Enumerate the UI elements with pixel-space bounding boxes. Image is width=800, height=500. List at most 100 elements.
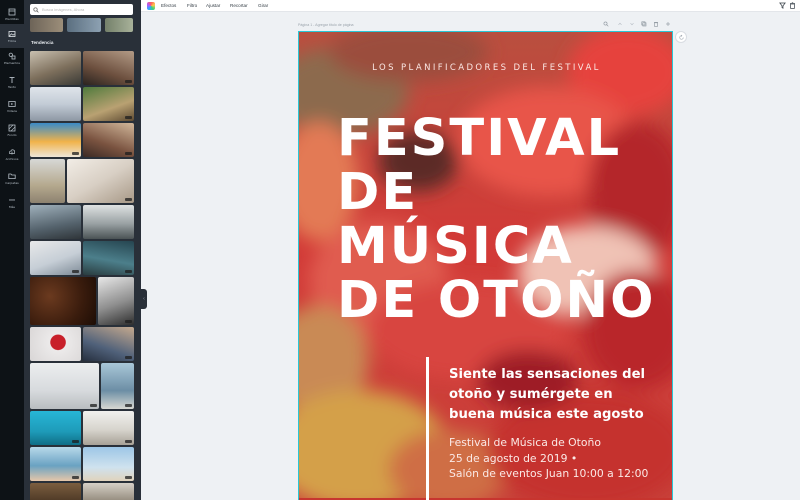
chevron-left-icon: ‹ [143, 295, 145, 302]
rail-item-mas[interactable]: Más [0, 190, 24, 214]
trash-icon[interactable] [789, 2, 796, 9]
add-page-icon[interactable] [665, 21, 671, 27]
premium-badge [72, 440, 79, 443]
photo-thumbnail[interactable] [83, 483, 134, 500]
photos-panel: Tendencia [24, 0, 141, 500]
photo-thumbnail[interactable] [83, 241, 134, 275]
color-wheel-icon[interactable] [147, 2, 155, 10]
photo-thumbnail[interactable] [30, 363, 99, 409]
photo-thumbnail[interactable] [30, 411, 81, 445]
premium-badge [90, 404, 97, 407]
poster-blurb[interactable]: Siente las sensaciones del otoño y sumér… [449, 365, 645, 425]
photo-thumbnail[interactable] [83, 87, 134, 121]
poster-text-layer: LOS PLANIFICADORES DEL FESTIVAL FESTIVAL… [299, 32, 672, 500]
search-input[interactable] [42, 7, 132, 12]
rail-label: Plantillas [5, 16, 19, 21]
menu-ajustar[interactable]: Ajustar [206, 3, 220, 8]
photo-thumbnail[interactable] [83, 51, 134, 85]
rail-label: Texto [8, 84, 16, 89]
more-icon [9, 198, 15, 201]
poster-blurb-line: otoño y sumérgete en [449, 387, 613, 402]
photo-thumbnail[interactable] [98, 277, 134, 325]
poster-title-line[interactable]: DE OTOÑO [337, 275, 655, 326]
search-box[interactable] [30, 4, 133, 15]
premium-badge [125, 320, 132, 323]
text-icon [9, 76, 15, 83]
menu-filtro[interactable]: Filtro [187, 3, 197, 8]
rail-item-fotos[interactable]: Fotos [0, 24, 24, 48]
rail-label: Archivos [5, 156, 19, 161]
photo-thumbnail[interactable] [30, 327, 81, 361]
poster-title-line[interactable]: MÚSICA [337, 221, 574, 272]
keyword-thumb[interactable] [30, 18, 63, 32]
rail-item-texto[interactable]: Texto [0, 70, 24, 94]
collapse-panel-handle[interactable]: ‹ [141, 289, 147, 309]
poster-title-line[interactable]: FESTIVAL [337, 113, 621, 164]
photo-thumbnail[interactable] [30, 51, 81, 85]
rail-item-plantillas[interactable]: Plantillas [0, 2, 24, 26]
photo-thumbnail[interactable] [30, 123, 81, 157]
photo-thumbnail[interactable] [30, 205, 81, 239]
keyword-thumbs [30, 18, 133, 32]
rail-label: Más [9, 204, 15, 209]
premium-badge [125, 476, 132, 479]
poster-event-date[interactable]: 25 de agosto de 2019 • [449, 452, 577, 465]
poster-event-venue[interactable]: Salón de eventos Juan 10:00 a 12:00 [449, 467, 648, 480]
template-icon [8, 8, 16, 15]
trash-icon[interactable] [653, 21, 659, 27]
chevron-down-icon[interactable] [629, 21, 635, 27]
photo-thumbnail[interactable] [83, 123, 134, 157]
page-caption[interactable]: Página 1 - Agregar título de página [298, 23, 354, 27]
menu-efectos[interactable]: Efectos [161, 3, 176, 8]
premium-badge [125, 356, 132, 359]
menu-girar[interactable]: Girar [258, 3, 268, 8]
keyword-thumb[interactable] [105, 18, 133, 32]
rail-label: Carpetas [5, 180, 19, 185]
rail-item-carpetas[interactable]: Carpetas [0, 166, 24, 190]
rail-item-elementos[interactable]: Elementos [0, 46, 24, 70]
menu-recortar[interactable]: Recortar [230, 3, 248, 8]
poster-blurb-line: Siente las sensaciones del [449, 367, 646, 382]
photo-thumbnail[interactable] [83, 327, 134, 361]
keyword-thumb[interactable] [67, 18, 101, 32]
photo-thumbnail[interactable] [30, 277, 96, 325]
photo-thumbnail[interactable] [101, 363, 134, 409]
photo-thumbnail[interactable] [30, 447, 81, 481]
premium-badge [72, 270, 79, 273]
poster-tagline[interactable]: LOS PLANIFICADORES DEL FESTIVAL [299, 63, 672, 73]
photo-thumbnail[interactable] [83, 205, 134, 239]
photo-thumbnail[interactable] [83, 411, 134, 445]
duplicate-icon[interactable] [641, 21, 647, 27]
rail-item-fondo[interactable]: Fondo [0, 118, 24, 142]
poster-divider-bar[interactable] [426, 357, 429, 500]
premium-badge [125, 80, 132, 83]
premium-badge [125, 440, 132, 443]
poster-title-line[interactable]: DE [337, 167, 418, 218]
photo-thumbnail[interactable] [67, 159, 134, 203]
left-rail: Plantillas Fotos Elementos Texto Videos … [0, 0, 24, 500]
photo-icon [8, 30, 16, 37]
photo-thumbnail[interactable] [30, 159, 65, 203]
photo-thumbnail[interactable] [30, 241, 81, 275]
photo-thumbnail[interactable] [30, 483, 81, 500]
premium-badge [72, 152, 79, 155]
poster-blurb-line: buena música este agosto [449, 407, 644, 422]
photo-thumbnail[interactable] [30, 87, 81, 121]
section-title: Tendencia [31, 40, 54, 45]
poster-event-name[interactable]: Festival de Música de Otoño [449, 436, 601, 449]
premium-badge [125, 404, 132, 407]
search-icon[interactable] [603, 21, 609, 27]
premium-badge [125, 116, 132, 119]
rail-item-videos[interactable]: Videos [0, 94, 24, 118]
shapes-icon [8, 52, 16, 59]
page-tools [603, 21, 671, 29]
chevron-up-icon[interactable] [617, 21, 623, 27]
filter-icon[interactable] [779, 2, 786, 9]
premium-badge [125, 270, 132, 273]
rotate-handle-icon[interactable] [675, 31, 687, 43]
video-icon [8, 100, 16, 107]
photo-thumbnail[interactable] [83, 447, 134, 481]
rail-item-archivos[interactable]: Archivos [0, 142, 24, 166]
rail-label: Fotos [7, 38, 17, 43]
poster-canvas[interactable]: LOS PLANIFICADORES DEL FESTIVAL FESTIVAL… [298, 31, 673, 500]
